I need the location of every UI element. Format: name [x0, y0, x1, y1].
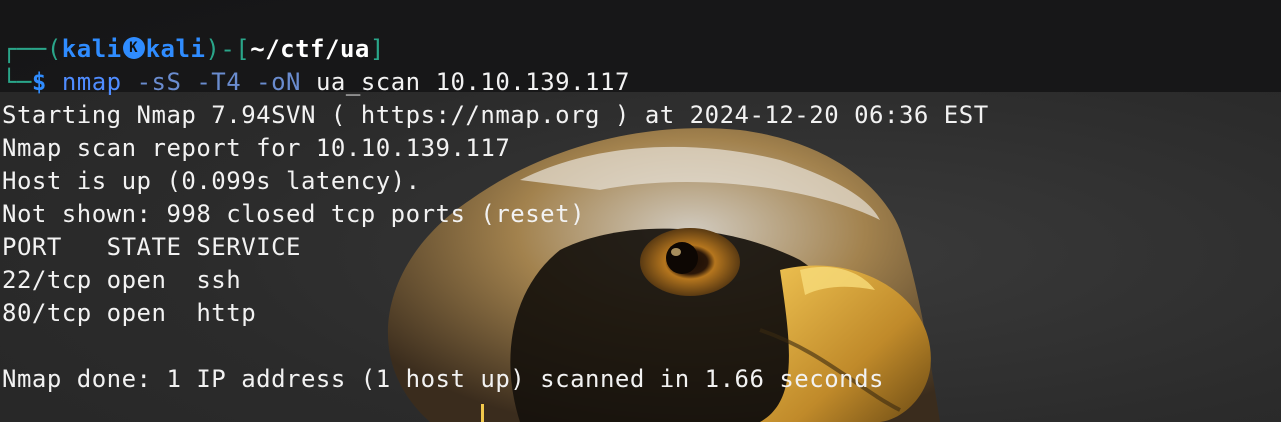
- prompt-frame-mid: )-[: [205, 35, 251, 63]
- output-line: Starting Nmap 7.94SVN ( https://nmap.org…: [2, 101, 989, 129]
- output-line: Nmap scan report for 10.10.139.117: [2, 134, 511, 162]
- output-line: Host is up (0.099s latency).: [2, 167, 421, 195]
- output-line: 22/tcp open ssh: [2, 266, 242, 294]
- kali-dragon-icon: K: [122, 37, 145, 59]
- command-name: nmap: [61, 68, 122, 96]
- command-args: ua_scan 10.10.139.117: [315, 68, 630, 96]
- output-line: PORT STATE SERVICE: [2, 233, 301, 261]
- prompt-frame-open: ┌──(: [2, 35, 62, 63]
- command-flags: -sS -T4 -oN: [136, 68, 302, 96]
- prompt-host: kali: [145, 35, 206, 63]
- output-line: 80/tcp open http: [2, 299, 257, 327]
- prompt-line-1: ┌──(kali Kkali)-[~/ctf/ua]: [2, 33, 385, 65]
- prompt-line-2: └─$ nmap -sS -T4 -oN ua_scan 10.10.139.1…: [2, 66, 630, 98]
- prompt-user: kali: [61, 35, 122, 63]
- output-line: Nmap done: 1 IP address (1 host up) scan…: [2, 365, 885, 393]
- prompt-frame-second: └─: [2, 68, 32, 96]
- prompt-symbol: $: [31, 68, 47, 96]
- terminal-output[interactable]: ┌──(kali Kkali)-[~/ctf/ua] └─$ nmap -sS -…: [0, 0, 1281, 422]
- output-line: Not shown: 998 closed tcp ports (reset): [2, 200, 586, 228]
- text-cursor: [481, 404, 484, 422]
- prompt-cwd: ~/ctf/ua: [250, 35, 370, 63]
- prompt-frame-close: ]: [369, 35, 385, 63]
